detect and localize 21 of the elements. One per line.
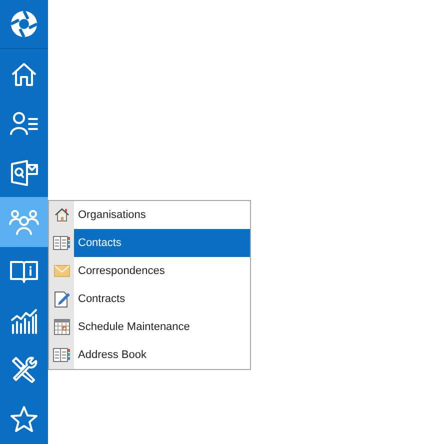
address-card-icon bbox=[53, 348, 70, 362]
menu-item[interactable]: Schedule Maintenance bbox=[74, 313, 250, 341]
person-list-icon bbox=[10, 111, 38, 136]
address-card-icon bbox=[53, 236, 70, 250]
calendar-icon bbox=[54, 319, 70, 335]
home-icon bbox=[11, 61, 37, 87]
star-icon bbox=[10, 405, 38, 434]
envelope-icon bbox=[54, 265, 70, 277]
mail-app-icon bbox=[10, 158, 38, 187]
house-icon bbox=[54, 207, 70, 223]
menu-item[interactable]: Contracts bbox=[74, 285, 250, 313]
bar-chart-icon bbox=[10, 308, 38, 334]
pencil-document-icon bbox=[54, 290, 70, 308]
logo-icon bbox=[10, 10, 38, 38]
book-icon bbox=[9, 259, 39, 284]
menu-item[interactable]: Address Book bbox=[74, 341, 250, 369]
menu-item[interactable]: Contacts bbox=[74, 229, 250, 257]
menu-item[interactable]: Organisations bbox=[74, 201, 250, 229]
people-icon bbox=[9, 208, 39, 235]
tools-icon bbox=[10, 356, 38, 384]
menu-item[interactable]: Correspondences bbox=[74, 257, 250, 285]
